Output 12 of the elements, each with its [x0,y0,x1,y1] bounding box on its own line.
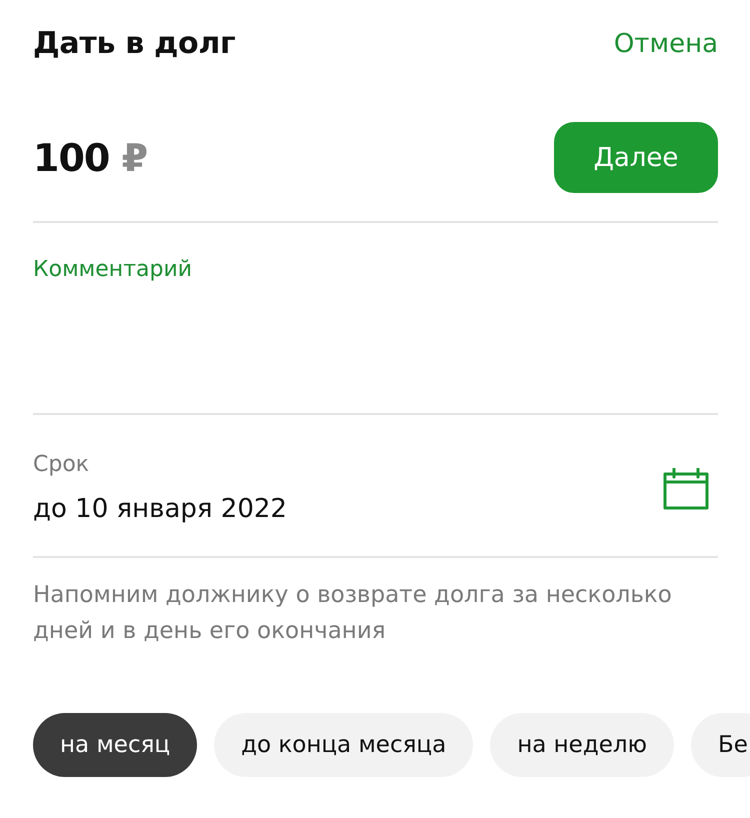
term-chip[interactable]: Бе [690,713,750,777]
cancel-link[interactable]: Отмена [614,24,718,64]
amount-field[interactable]: 100 ₽ [33,132,148,182]
term-date-value[interactable]: до 10 января 2022 [33,492,287,526]
term-chip[interactable]: на неделю [490,713,674,777]
calendar-icon[interactable] [662,468,710,510]
term-chip[interactable]: до конца месяца [214,713,474,777]
screen-title: Дать в долг [33,25,236,63]
reminder-hint: Напомним должнику о возврате долга за несколько дней и в день его окончания [33,581,673,646]
next-button[interactable]: Далее [554,122,718,193]
term-chip[interactable]: на месяц [33,713,198,777]
term-label: Срок [33,451,90,479]
